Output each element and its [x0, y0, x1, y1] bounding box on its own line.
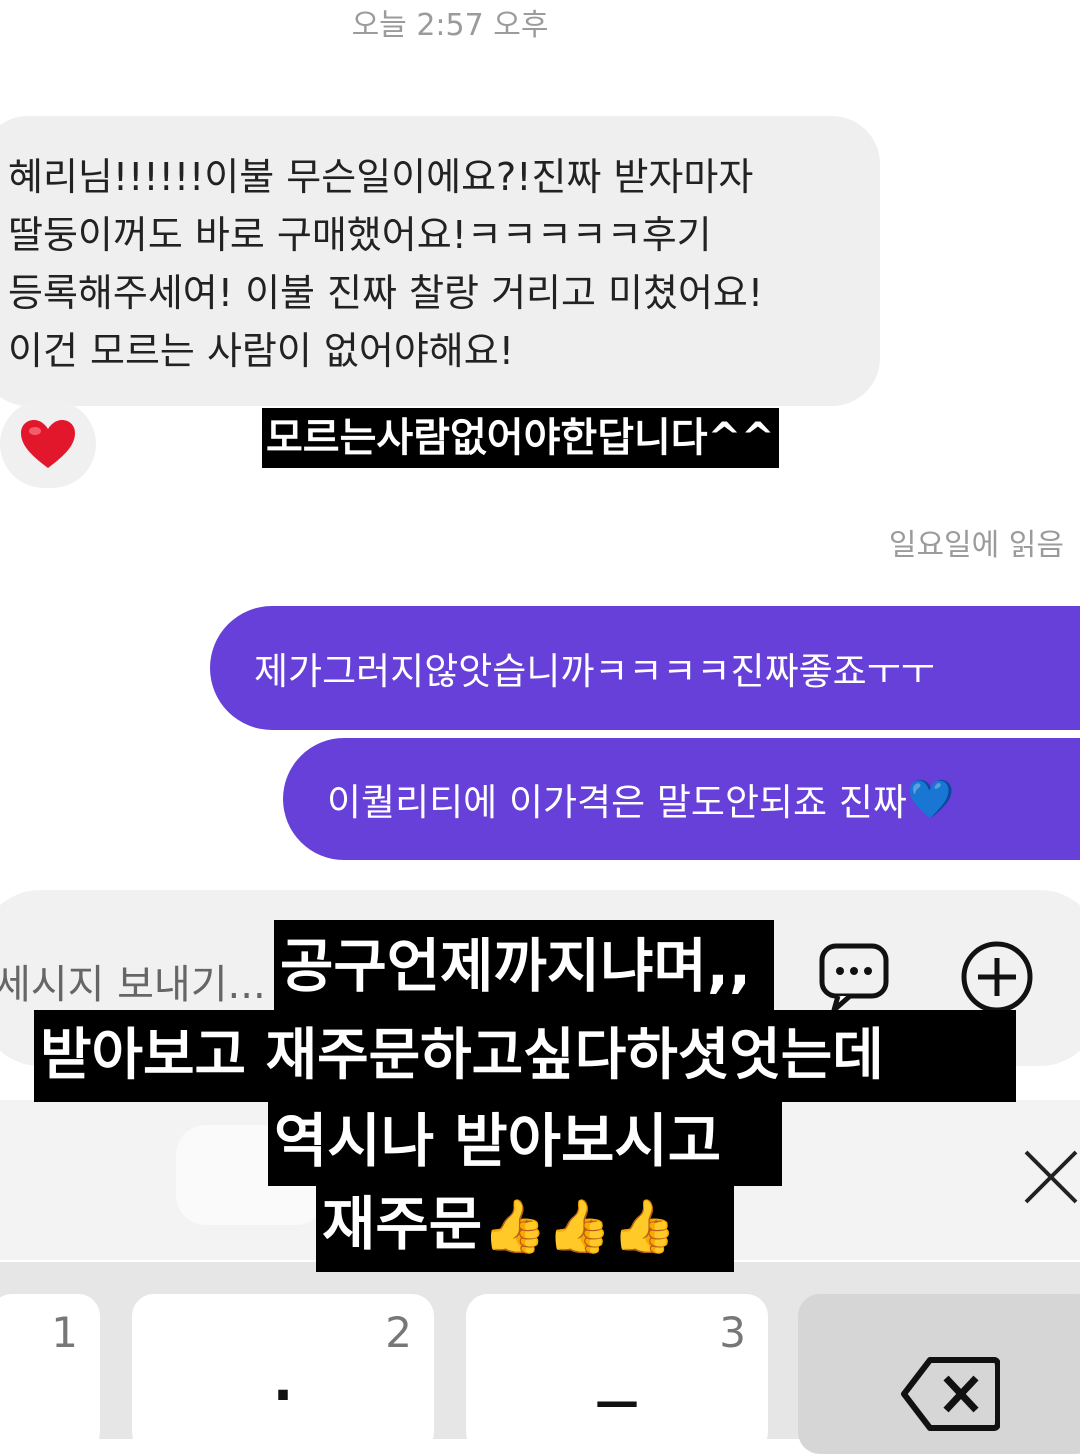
message-line: 이건 모르는 사람이 없어야해요!: [8, 329, 514, 373]
caption-line: 받아보고 재주문하고싶다하셧엇는데: [34, 1010, 1016, 1102]
message-line: 등록해주세여! 이불 진짜 찰랑 거리고 미쳤어요!: [8, 271, 764, 315]
caption-line: 재주문: [322, 1190, 483, 1258]
key-2[interactable]: 2 ·: [132, 1294, 434, 1454]
key-1[interactable]: 1: [0, 1294, 100, 1454]
message-input-placeholder[interactable]: 세시지 보내기...: [0, 952, 266, 1010]
key-backspace[interactable]: [798, 1294, 1080, 1454]
key-number: 2: [385, 1308, 412, 1357]
timestamp: 오늘 2:57 오후: [351, 8, 549, 43]
read-receipt: 일요일에 읽음: [888, 528, 1064, 563]
caption-line-last: 재주문👍👍👍: [316, 1176, 734, 1272]
red-heart-icon: [21, 420, 75, 468]
message-line: 딸둥이꺼도 바로 구매했어요!ㅋㅋㅋㅋㅋ후기: [8, 213, 712, 257]
close-x-icon[interactable]: [1020, 1146, 1080, 1208]
key-symbol: —: [595, 1376, 639, 1427]
key-number: 3: [719, 1308, 746, 1357]
thumbs-up-emoji: 👍👍👍: [482, 1197, 677, 1257]
caption-line: 역시나 받아보시고: [268, 1096, 782, 1186]
incoming-message-text: 혜리님!!!!!!이불 무슨일이에요?!진짜 받자마자 딸둥이꺼도 바로 구매했…: [8, 148, 888, 380]
message-reaction[interactable]: [0, 400, 96, 488]
outgoing-message-bubble[interactable]: 제가그러지않앗습니까ㅋㅋㅋㅋ진짜좋죠ㅜㅜ: [210, 606, 1080, 730]
plus-circle-icon[interactable]: [960, 940, 1034, 1014]
outgoing-message-text: 제가그러지않앗습니까ㅋㅋㅋㅋ진짜좋죠ㅜㅜ: [254, 650, 935, 693]
outgoing-message-bubble[interactable]: 이퀄리티에 이가격은 말도안되죠 진짜 💙: [283, 738, 1080, 860]
message-line: 혜리님!!!!!!이불 무슨일이에요?!진짜 받자마자: [8, 155, 754, 199]
overlay-caption-top: 모르는사람없어야한답니다^^: [262, 408, 779, 468]
numeric-keyboard: 1 2 · 3 —: [0, 1262, 1080, 1454]
key-3[interactable]: 3 —: [466, 1294, 768, 1454]
key-symbol: ·: [272, 1364, 294, 1427]
key-number: 1: [51, 1308, 78, 1357]
blue-heart-emoji: 💙: [906, 776, 955, 821]
caption-line: 공구언제까지냐며,,: [274, 920, 774, 1012]
chat-bubble-icon[interactable]: [818, 940, 892, 1014]
backspace-icon: [901, 1357, 1000, 1431]
outgoing-message-text: 이퀄리티에 이가격은 말도안되죠 진짜: [327, 781, 907, 824]
